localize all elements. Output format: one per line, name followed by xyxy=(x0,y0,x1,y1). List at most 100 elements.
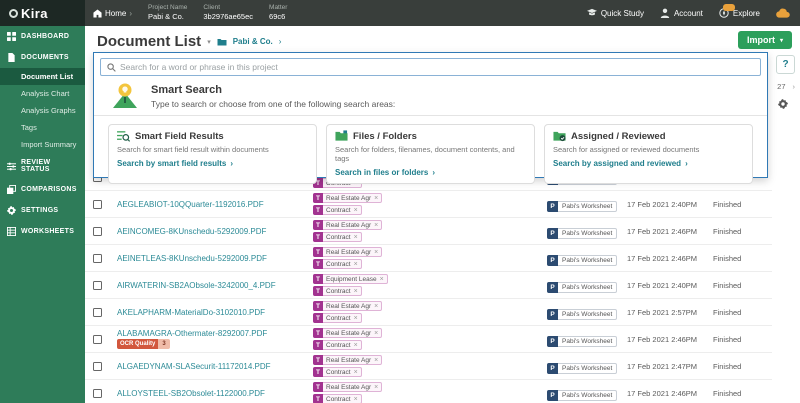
ocr-quality-badge[interactable]: OCR Quality 3 xyxy=(117,339,170,349)
remove-tag-icon[interactable]: × xyxy=(374,330,381,337)
document-tag[interactable]: T Contract × xyxy=(313,286,362,296)
help-button[interactable]: ? xyxy=(776,55,795,74)
sidebar-subitem-tags[interactable]: Tags xyxy=(0,119,85,136)
document-filename-link[interactable]: AEINETLEAS-8KUnschedu-5292009.PDF xyxy=(117,254,313,263)
document-tag[interactable]: T Real Estate Agr × xyxy=(313,382,382,392)
home-link[interactable]: Home › xyxy=(93,0,132,26)
document-tag[interactable]: T Real Estate Agr × xyxy=(313,301,382,311)
document-filename-link[interactable]: ALGAEDYNAM-SLASecurit-11172014.PDF xyxy=(117,362,313,371)
document-filename-link[interactable]: AEGLEABIOT-10QQuarter-1192016.PDF xyxy=(117,200,313,209)
sidebar-item-label: WORKSHEETS xyxy=(21,228,74,235)
client-meta: Client 3b2976ae65ec xyxy=(203,0,253,26)
document-tag[interactable]: T Real Estate Agr × xyxy=(313,193,382,203)
document-tag[interactable]: T Real Estate Agr × xyxy=(313,328,382,338)
row-checkbox[interactable] xyxy=(93,281,102,290)
search-area-card-files-folders[interactable]: Files / Folders Search for folders, file… xyxy=(326,124,535,184)
remove-tag-icon[interactable]: × xyxy=(374,384,381,391)
sidebar-subitem-document-list[interactable]: Document List xyxy=(0,68,85,85)
document-filename-link[interactable]: AIRWATERIN-SB2AObsole-3242000_4.PDF xyxy=(117,281,313,290)
smart-search-panel: Smart Search Type to search or choose fr… xyxy=(93,52,768,178)
tag-label: Contract xyxy=(323,396,354,403)
row-checkbox[interactable] xyxy=(93,227,102,236)
search-area-card-assigned-reviewed[interactable]: Assigned / Reviewed Search for assigned … xyxy=(544,124,753,184)
document-tag[interactable]: T Contract × xyxy=(313,313,362,323)
row-checkbox[interactable] xyxy=(93,200,102,209)
row-checkbox[interactable] xyxy=(93,254,102,263)
top-header: Kira Home › Project Name Pabi & Co. Clie… xyxy=(0,0,800,26)
worksheet-badge[interactable]: P Pabi's Worksheet xyxy=(547,255,617,266)
document-tag[interactable]: T Contract × xyxy=(313,259,362,269)
worksheet-prefix-icon: P xyxy=(547,309,558,320)
sidebar-item-dashboard[interactable]: DASHBOARD xyxy=(0,26,85,47)
sidebar-item-settings[interactable]: SETTINGS xyxy=(0,200,85,221)
worksheet-badge[interactable]: P Pabi's Worksheet xyxy=(547,363,617,374)
document-tag[interactable]: T Equipment Lease × xyxy=(313,274,388,284)
document-tag[interactable]: T Real Estate Agr × xyxy=(313,355,382,365)
worksheet-badge[interactable]: P Pabi's Worksheet xyxy=(547,282,617,293)
pagination-next-icon[interactable]: › xyxy=(793,82,796,91)
remove-tag-icon[interactable]: × xyxy=(354,342,361,349)
tags-cell: T Real Estate Agr × T Contract × xyxy=(313,382,547,403)
remove-tag-icon[interactable]: × xyxy=(354,261,361,268)
remove-tag-icon[interactable]: × xyxy=(374,195,381,202)
remove-tag-icon[interactable]: × xyxy=(374,357,381,364)
quick-study-button[interactable]: Quick Study xyxy=(587,8,644,18)
worksheet-badge[interactable]: P Pabi's Worksheet xyxy=(547,336,617,347)
document-filename-link[interactable]: AEINCOMEG-8KUnschedu-5292009.PDF xyxy=(117,227,313,236)
remove-tag-icon[interactable]: × xyxy=(354,288,361,295)
worksheet-badge[interactable]: P Pabi's Worksheet xyxy=(547,228,617,239)
remove-tag-icon[interactable]: × xyxy=(380,276,387,283)
card-link[interactable]: Search by assigned and reviewed › xyxy=(553,159,744,168)
search-area-card-smart-field-results[interactable]: Smart Field Results Search for smart fie… xyxy=(108,124,317,184)
sidebar-subitem-analysis-graphs[interactable]: Analysis Graphs xyxy=(0,102,85,119)
status-text: Finished xyxy=(713,254,772,263)
document-tag[interactable]: T Real Estate Agr × xyxy=(313,220,382,230)
document-tag[interactable]: T Contract × xyxy=(313,394,362,403)
document-filename-link[interactable]: ALABAMAGRA-Othermater-8292007.PDF xyxy=(117,329,313,338)
remove-tag-icon[interactable]: × xyxy=(374,222,381,229)
sidebar-item-worksheets[interactable]: WORKSHEETS xyxy=(0,221,85,242)
remove-tag-icon[interactable]: × xyxy=(354,207,361,214)
table-settings-gear-icon[interactable] xyxy=(778,99,788,109)
document-filename-link[interactable]: ALLOYSTEEL-SB2Obsolet-1122000.PDF xyxy=(117,389,313,398)
cloud-upload-icon[interactable] xyxy=(776,8,790,18)
row-checkbox[interactable] xyxy=(93,335,102,344)
worksheet-badge[interactable]: P Pabi's Worksheet xyxy=(547,390,617,401)
remove-tag-icon[interactable]: × xyxy=(374,303,381,310)
breadcrumb-project[interactable]: Pabi & Co. xyxy=(233,37,273,46)
row-checkbox[interactable] xyxy=(93,308,102,317)
search-input[interactable] xyxy=(120,62,760,72)
worksheet-badge[interactable]: P Pabi's Worksheet xyxy=(547,309,617,320)
remove-tag-icon[interactable]: × xyxy=(354,396,361,403)
import-button[interactable]: Import ▾ xyxy=(738,31,792,49)
document-tag[interactable]: T Contract × xyxy=(313,340,362,350)
worksheet-badge[interactable]: P Pabi's Worksheet xyxy=(547,201,617,212)
tag-prefix-icon: T xyxy=(313,394,323,403)
sidebar-subitem-analysis-chart[interactable]: Analysis Chart xyxy=(0,85,85,102)
imported-date: 17 Feb 2021 2:46PM xyxy=(627,389,713,398)
row-checkbox[interactable] xyxy=(93,362,102,371)
sidebar-subitem-import-summary[interactable]: Import Summary xyxy=(0,136,85,153)
explore-button[interactable]: Explore xyxy=(719,8,760,18)
account-button[interactable]: Account xyxy=(660,8,703,18)
document-filename-link[interactable]: AKELAPHARM-MaterialDo-3102010.PDF xyxy=(117,308,313,317)
document-tag[interactable]: T Contract × xyxy=(313,205,362,215)
document-tag[interactable]: T Contract × xyxy=(313,232,362,242)
kira-logo[interactable]: Kira xyxy=(0,0,85,26)
remove-tag-icon[interactable]: × xyxy=(354,234,361,241)
tag-label: Real Estate Agr xyxy=(323,249,374,256)
card-link[interactable]: Search in files or folders › xyxy=(335,168,526,177)
remove-tag-icon[interactable]: × xyxy=(354,369,361,376)
row-checkbox[interactable] xyxy=(93,389,102,398)
remove-tag-icon[interactable]: × xyxy=(374,249,381,256)
sidebar-item-review-status[interactable]: REVIEW STATUS xyxy=(0,153,85,179)
worksheet-prefix-icon: P xyxy=(547,390,558,401)
document-tag[interactable]: T Contract × xyxy=(313,367,362,377)
sidebar-item-label: DASHBOARD xyxy=(21,33,69,40)
sidebar-item-documents[interactable]: DOCUMENTS xyxy=(0,47,85,68)
caret-down-icon[interactable]: ▾ xyxy=(207,38,211,46)
document-tag[interactable]: T Real Estate Agr × xyxy=(313,247,382,257)
card-link[interactable]: Search by smart field results › xyxy=(117,159,308,168)
remove-tag-icon[interactable]: × xyxy=(354,315,361,322)
sidebar-item-comparisons[interactable]: COMPARISONS xyxy=(0,179,85,200)
